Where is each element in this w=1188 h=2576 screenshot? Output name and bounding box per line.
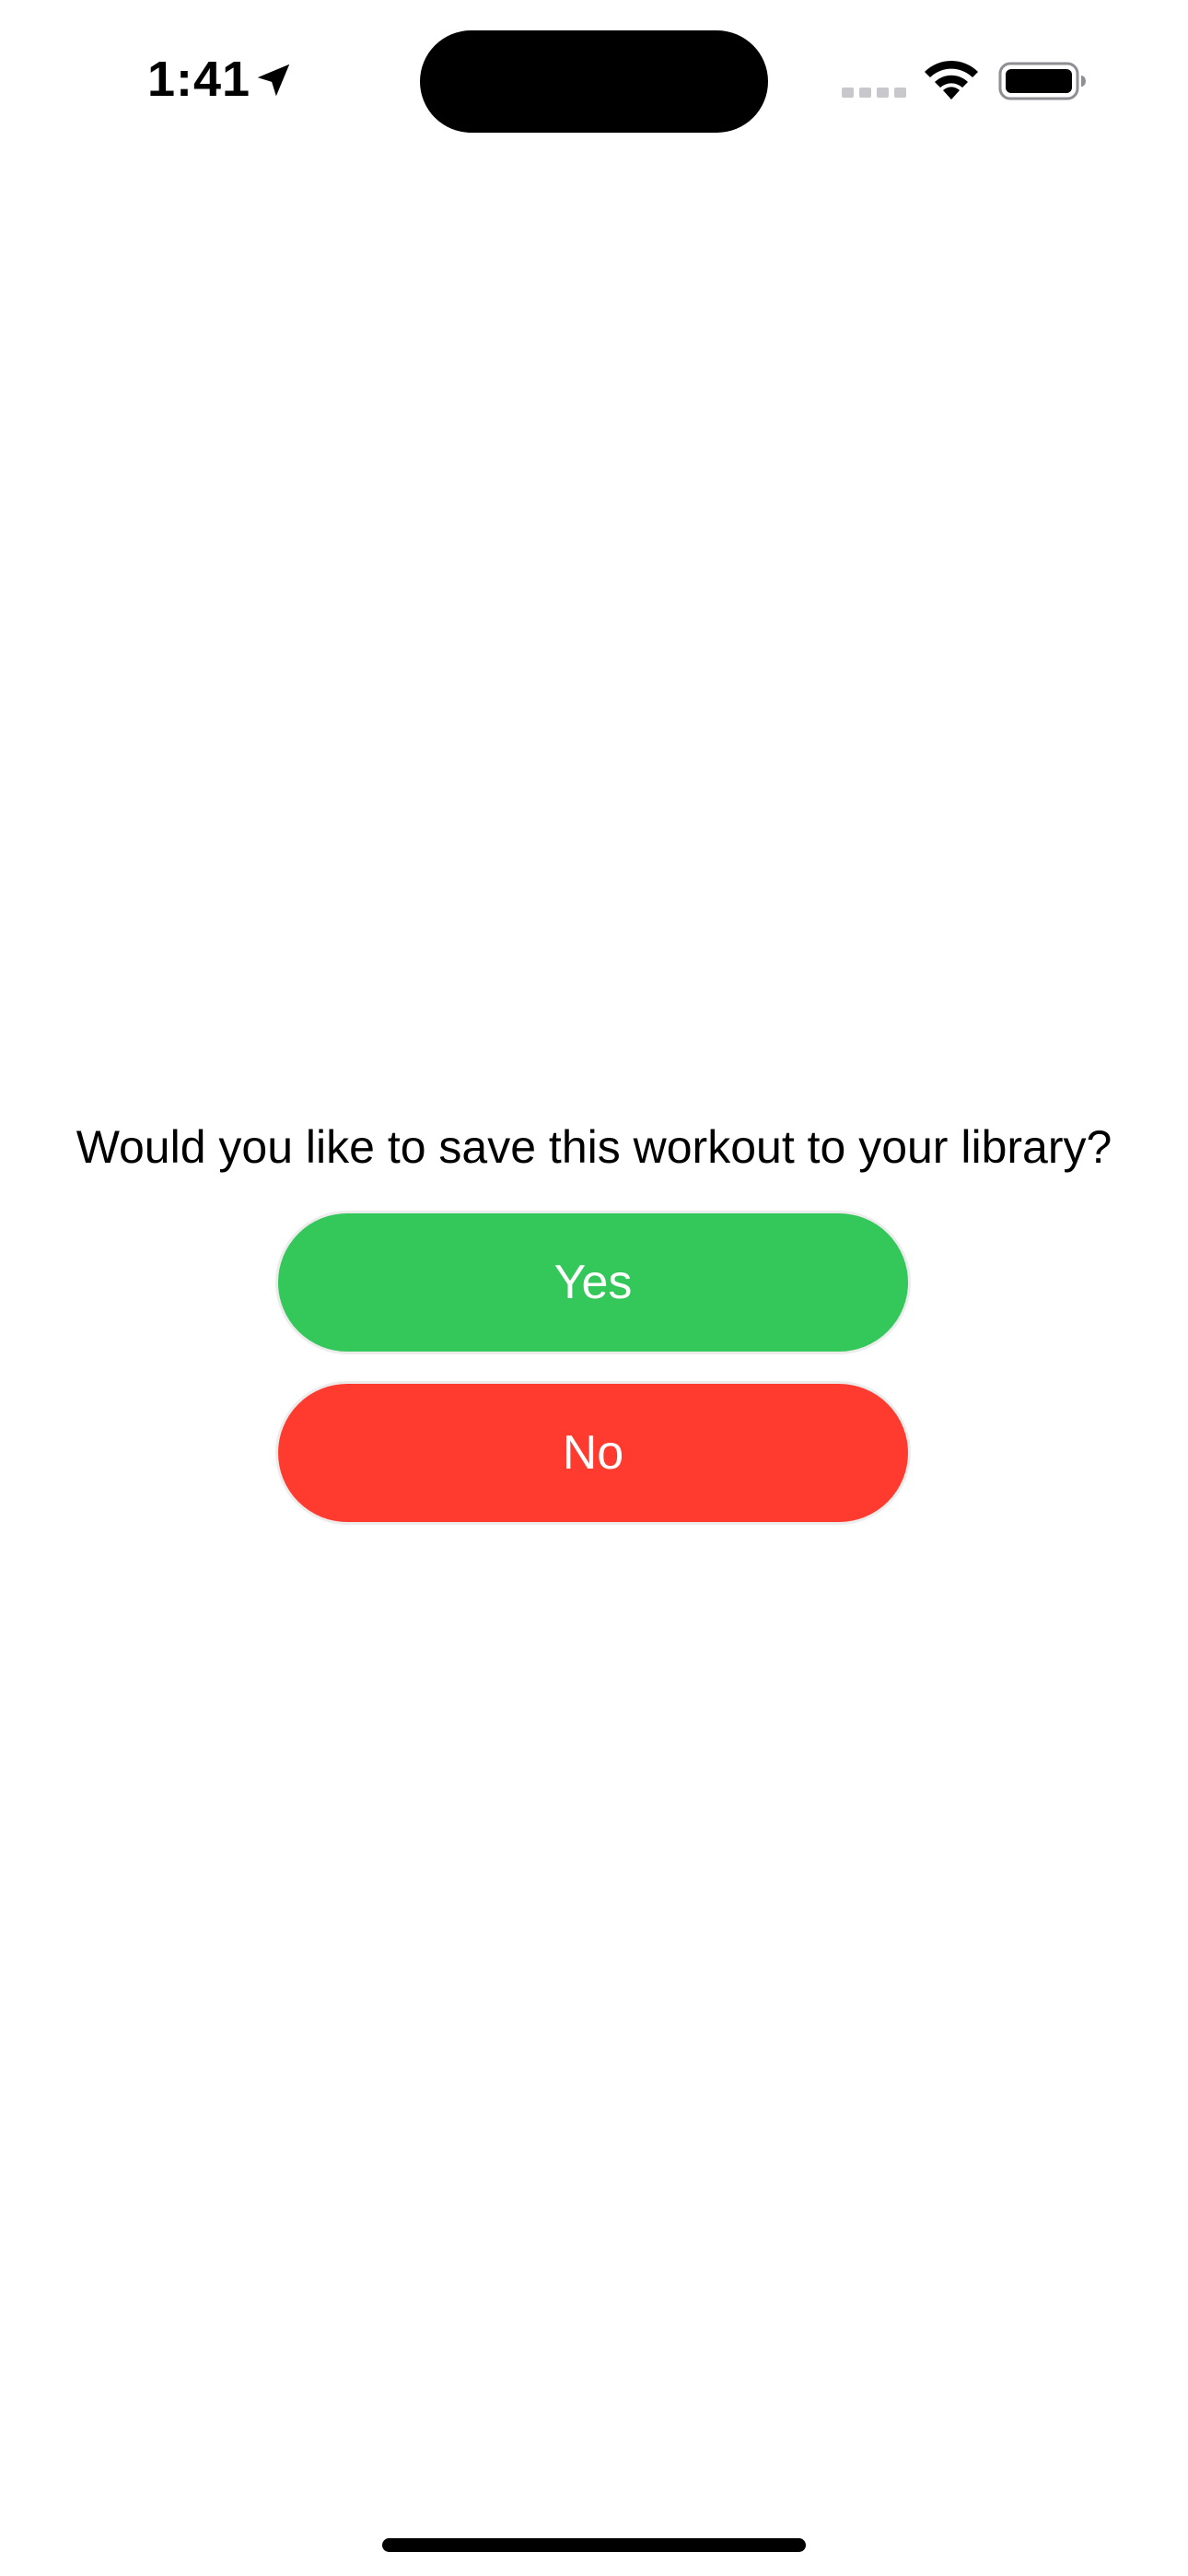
no-button[interactable]: No [275,1381,911,1525]
home-indicator[interactable] [382,2538,806,2552]
yes-button[interactable]: Yes [275,1211,911,1354]
status-bar: 1:41 [0,0,1188,157]
dynamic-island [420,30,768,133]
wifi-icon [925,60,978,100]
location-arrow-icon [257,64,290,97]
battery-icon [998,62,1086,100]
save-prompt-text: Would you like to save this workout to y… [76,1121,1112,1173]
cellular-signal-icon [842,88,906,98]
status-time: 1:41 [147,52,251,107]
